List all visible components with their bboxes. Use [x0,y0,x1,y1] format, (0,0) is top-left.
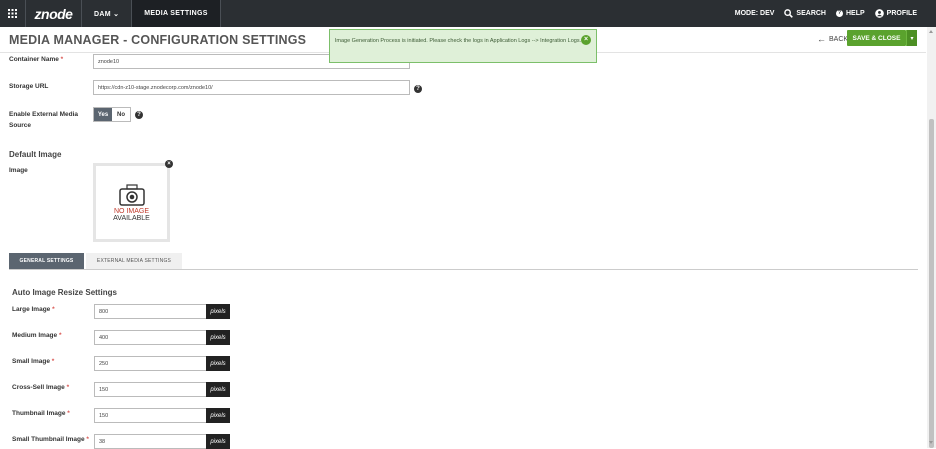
scroll-up-icon[interactable] [929,30,933,33]
znode-logo[interactable]: znode [26,0,82,27]
resize-settings-title: Auto Image Resize Settings [12,288,117,297]
thumbnail-image-label: Thumbnail Image * [12,410,70,417]
help-label: HELP [845,10,865,17]
thumbnail-image-input[interactable]: 150 [94,408,207,423]
pixels-suffix: pixels [206,356,230,371]
storage-url-label: Storage URL [9,83,49,90]
chevron-down-icon: ▾ [910,35,914,42]
scroll-down-icon[interactable] [929,441,933,444]
enable-external-label: Enable External Media Source [9,111,78,129]
available-text: AVAILABLE [113,214,150,222]
search-button[interactable]: SEARCH [784,9,826,18]
save-close-button[interactable]: SAVE & CLOSE [847,30,906,46]
help-icon: ? [835,10,843,17]
search-label: SEARCH [796,10,826,17]
back-label: BACK [829,35,849,43]
success-notification: Image Generation Process is initiated. P… [329,29,597,63]
large-image-label: Large Image * [12,306,55,313]
pixels-suffix: pixels [206,304,230,319]
help-icon[interactable]: ? [414,85,422,93]
default-image-preview[interactable]: NO IMAGE AVAILABLE [93,163,170,242]
pixels-suffix: pixels [206,434,230,449]
page-scrollbar[interactable] [927,27,936,448]
mode-label: MODE: DEV [734,10,775,17]
medium-image-input[interactable]: 400 [94,330,207,345]
small-thumbnail-image-label: Small Thumbnail Image * [12,436,89,443]
camera-icon [118,183,145,206]
storage-url-input[interactable]: https://cdn-z10-stage.znodecorp.com/znod… [93,80,410,95]
back-button[interactable]: ← BACK [817,34,848,44]
mode-indicator[interactable]: MODE: DEV [735,10,775,17]
close-notification-icon[interactable]: × [581,35,591,45]
profile-button[interactable]: PROFILE [874,9,917,18]
tab-divider [9,269,918,270]
apps-grid-icon[interactable] [0,0,26,27]
top-navbar: znode DAM ⌄ MEDIA SETTINGS MODE: DEV SEA… [0,0,936,27]
notification-message: Image Generation Process is initiated. P… [334,38,582,44]
scrollbar-thumb[interactable] [929,119,934,448]
cross-sell-image-input[interactable]: 150 [94,382,207,397]
settings-tabs: GENERAL SETTINGS EXTERNAL MEDIA SETTINGS [9,253,182,269]
nav-media-settings[interactable]: MEDIA SETTINGS [132,0,221,27]
help-icon[interactable]: ? [135,111,143,119]
nav-dam-menu[interactable]: DAM ⌄ [82,0,133,27]
search-icon [784,9,794,18]
toggle-yes[interactable]: Yes [94,108,112,121]
profile-label: PROFILE [886,10,917,17]
container-name-label: Container Name * [9,56,64,63]
small-thumbnail-image-input[interactable]: 38 [94,434,207,449]
default-image-title: Default Image [9,150,62,159]
pixels-suffix: pixels [206,330,230,345]
arrow-left-icon: ← [817,34,826,44]
save-options-dropdown[interactable]: ▾ [906,30,917,46]
pixels-suffix: pixels [206,382,230,397]
toggle-no[interactable]: No [112,108,130,121]
remove-image-icon[interactable]: × [165,160,173,168]
pixels-suffix: pixels [206,408,230,423]
cross-sell-image-label: Cross-Sell Image * [12,384,70,391]
medium-image-label: Medium Image * [12,332,62,339]
no-image-text: NO IMAGE [113,207,149,215]
page-title: MEDIA MANAGER - CONFIGURATION SETTINGS [9,32,307,47]
user-icon [874,9,884,18]
small-image-label: Small Image * [12,358,55,365]
tab-external-media-settings[interactable]: EXTERNAL MEDIA SETTINGS [86,253,182,269]
image-label: Image [9,167,28,174]
small-image-input[interactable]: 250 [94,356,207,371]
help-button[interactable]: ? HELP [835,10,865,17]
large-image-input[interactable]: 800 [94,304,207,319]
tab-general-settings[interactable]: GENERAL SETTINGS [9,253,84,269]
enable-external-toggle: Yes No [93,107,131,122]
